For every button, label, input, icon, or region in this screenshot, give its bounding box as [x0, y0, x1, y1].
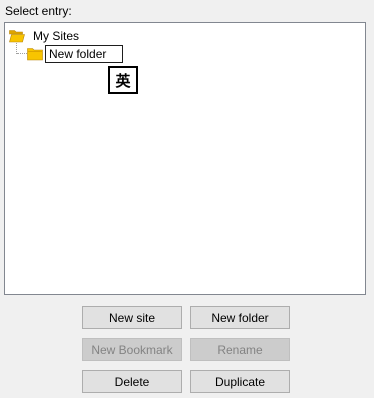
ime-mode-indicator: 英	[108, 66, 138, 94]
folder-icon	[27, 47, 43, 61]
tree-item-new-folder[interactable]	[27, 45, 123, 63]
rename-input[interactable]	[45, 45, 123, 63]
delete-button[interactable]: Delete	[82, 370, 182, 393]
new-folder-button[interactable]: New folder	[190, 306, 290, 329]
duplicate-button[interactable]: Duplicate	[190, 370, 290, 393]
folder-open-icon	[9, 29, 25, 43]
tree-item-label: My Sites	[33, 29, 80, 43]
new-bookmark-button[interactable]: New Bookmark	[82, 338, 182, 361]
tree-connector-line	[17, 53, 27, 54]
rename-button[interactable]: Rename	[190, 338, 290, 361]
new-site-button[interactable]: New site	[82, 306, 182, 329]
select-entry-label: Select entry:	[5, 4, 72, 18]
tree-item-my-sites[interactable]: My Sites	[9, 28, 79, 44]
site-tree[interactable]: My Sites 英	[4, 22, 366, 295]
